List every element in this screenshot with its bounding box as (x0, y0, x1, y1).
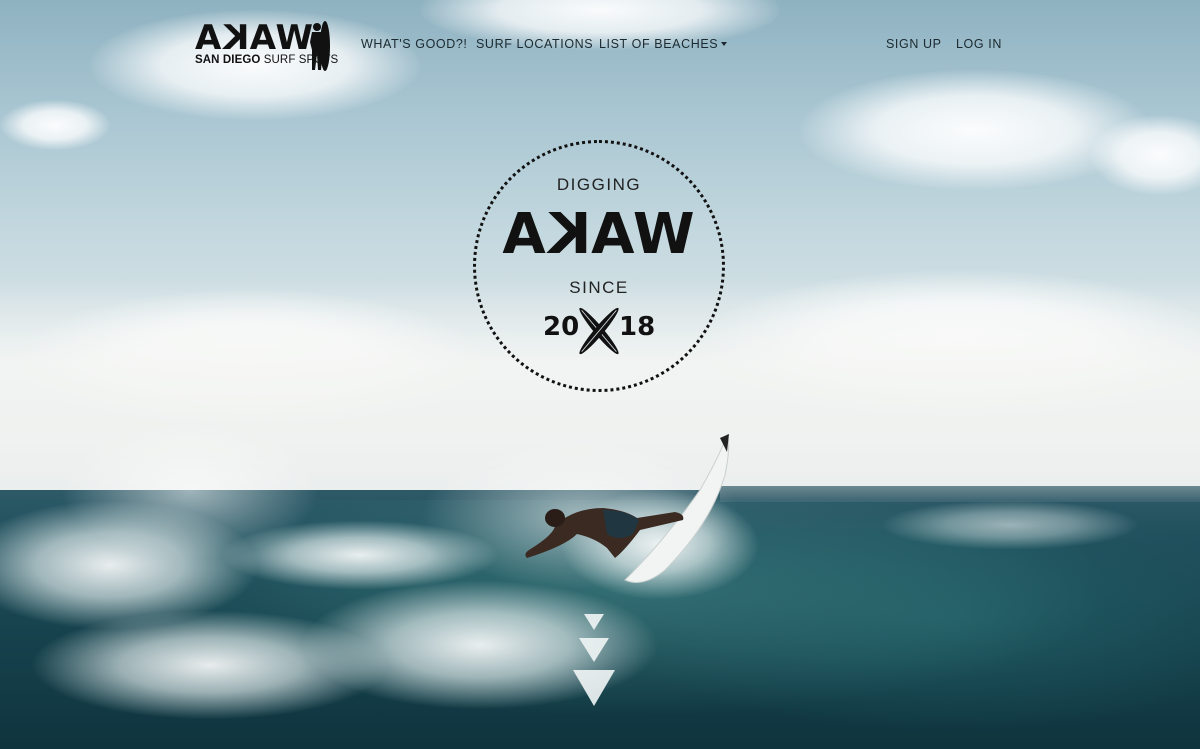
nav-list-of-beaches-label: LIST OF BEACHES (599, 37, 719, 51)
top-navigation: AKAW SAN DIEGO SURF SPOTS WHAT'S GOOD?! … (0, 0, 1200, 90)
sign-up-link[interactable]: SIGN UP (886, 37, 942, 51)
badge-year-right: 18 (619, 312, 656, 342)
brand-wordmark: AKAW (195, 18, 314, 58)
brand-logo[interactable]: AKAW SAN DIEGO SURF SPOTS (195, 18, 338, 72)
caret-down-icon (721, 42, 728, 46)
nav-surf-locations[interactable]: SURF LOCATIONS (476, 37, 593, 51)
surfer-with-board-icon (310, 21, 330, 71)
nav-whats-good[interactable]: WHAT'S GOOD?! (361, 37, 468, 51)
cloud (0, 100, 110, 150)
wave-foam (220, 520, 500, 590)
badge-top-text: DIGGING (556, 175, 642, 194)
surfer-image (525, 433, 730, 583)
scroll-down-arrows-icon (573, 614, 615, 706)
wave-foam (880, 500, 1140, 550)
nav-list-of-beaches[interactable]: LIST OF BEACHES (599, 37, 728, 51)
hero-badge: DIGGING AKAW SINCE 20 18 (473, 140, 725, 392)
badge-since-text: SINCE (569, 278, 629, 297)
log-in-link[interactable]: LOG IN (956, 37, 1002, 51)
scroll-down-button[interactable] (570, 610, 622, 710)
badge-wordmark: AKAW (502, 202, 696, 267)
